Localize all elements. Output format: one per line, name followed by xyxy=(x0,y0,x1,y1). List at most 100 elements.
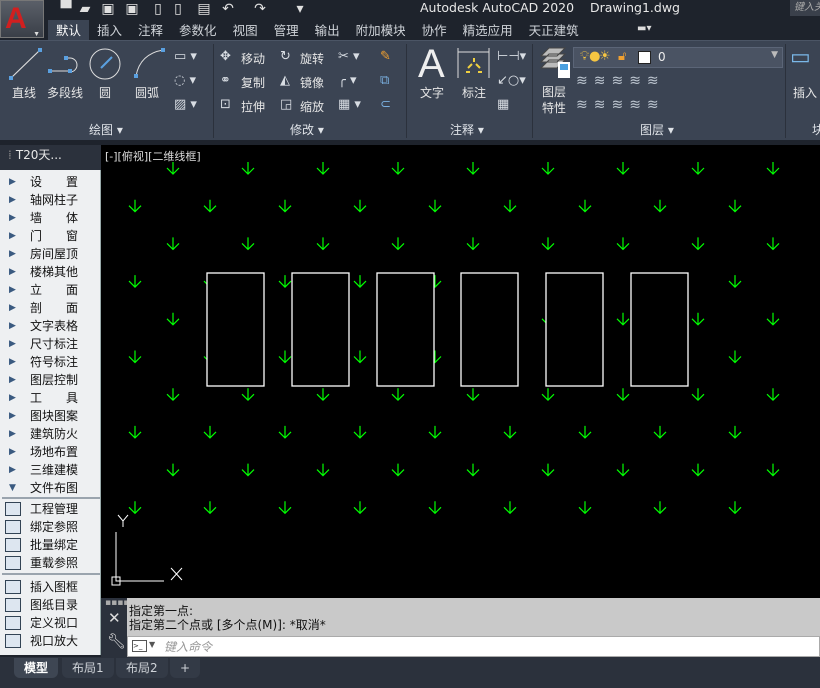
linear-dimension-icon[interactable]: ⊢⊣▾ xyxy=(497,49,526,65)
tab-9[interactable]: 精选应用 xyxy=(455,20,521,40)
dimension-tool[interactable]: 标注 xyxy=(462,84,486,101)
command-input-box[interactable]: >_ ▼ xyxy=(127,636,820,657)
tab-2[interactable]: 注释 xyxy=(130,20,171,40)
customize-icon[interactable]: ▾ xyxy=(292,1,308,17)
palette-menu-item[interactable]: ▶ 图块图案 xyxy=(0,407,100,425)
hatch-icon[interactable]: ▨ ▾ xyxy=(174,97,197,113)
tab-0[interactable]: 默认 xyxy=(48,20,90,40)
layout-tab-1[interactable]: 布局1 xyxy=(62,658,114,678)
layers-panel-label[interactable]: 图层 ▾ xyxy=(640,121,674,138)
palette-menu-item[interactable]: ▶ 工 具 xyxy=(0,389,100,407)
palette-command[interactable]: 插入图框 xyxy=(0,578,100,596)
tab-7[interactable]: 附加模块 xyxy=(348,20,414,40)
layer-properties-button[interactable]: 图层 特性 xyxy=(542,84,566,116)
palette-command[interactable]: 定义视口 xyxy=(0,614,100,632)
palette-menu-item[interactable]: ▶ 三维建模 xyxy=(0,461,100,479)
block-panel-label[interactable]: 块 xyxy=(812,121,820,138)
polyline-tool[interactable]: 多段线 xyxy=(47,84,83,101)
save-icon[interactable]: ▣ xyxy=(100,1,116,17)
palette-menu-item[interactable]: ▶ 场地布置 xyxy=(0,443,100,461)
add-layout-button[interactable]: + xyxy=(170,658,201,678)
save-web-icon[interactable]: ▯ xyxy=(170,1,186,17)
line-tool[interactable]: 直线 xyxy=(12,84,36,101)
palette-command[interactable]: 绑定参照 xyxy=(0,518,100,536)
circle-tool[interactable]: 圆 xyxy=(99,84,111,101)
rectangle-shape[interactable] xyxy=(291,272,350,387)
tab-3[interactable]: 参数化 xyxy=(171,20,225,40)
palette-header[interactable]: ⁞ T20天... xyxy=(0,145,101,170)
ellipse-icon[interactable]: ◌ ▾ xyxy=(174,73,196,89)
tab-10[interactable]: 天正建筑 xyxy=(521,20,587,40)
layer-dropdown[interactable]: 💡︎● ☀ 🔓︎ 0 ▼ xyxy=(573,47,783,68)
text-tool[interactable]: 文字 xyxy=(420,84,444,101)
wrench-icon[interactable]: 🔧︎ xyxy=(107,632,126,650)
tab-6[interactable]: 输出 xyxy=(307,20,348,40)
layout-tab-0[interactable]: 模型 xyxy=(14,658,59,678)
command-input[interactable] xyxy=(164,638,764,655)
close-icon[interactable]: ✕ xyxy=(108,609,121,627)
annotation-panel-label[interactable]: 注释 ▾ xyxy=(450,121,484,138)
array-icon[interactable]: ▦ ▾ xyxy=(338,97,361,113)
drawing-canvas[interactable] xyxy=(101,145,820,598)
rectangle-shape[interactable] xyxy=(376,272,435,387)
palette-menu-item[interactable]: ▶ 建筑防火 xyxy=(0,425,100,443)
palette-menu-item[interactable]: ▶ 立 面 xyxy=(0,281,100,299)
redo-icon[interactable]: ↷ xyxy=(252,1,268,17)
leader-icon[interactable]: ↙○▾ xyxy=(497,73,526,89)
command-prompt-icon[interactable]: >_ xyxy=(132,640,147,652)
rotate-tool[interactable]: 旋转 xyxy=(300,50,324,67)
application-menu-button[interactable]: A ▼ xyxy=(0,0,44,38)
palette-command[interactable]: 视口放大 xyxy=(0,632,100,650)
mirror-tool[interactable]: 镜像 xyxy=(300,74,324,91)
palette-menu-item[interactable]: ▶ 墙 体 xyxy=(0,209,100,227)
erase-icon[interactable]: ✎ xyxy=(380,49,391,65)
rectangle-shape[interactable] xyxy=(630,272,689,387)
trim-icon[interactable]: ✂ ▾ xyxy=(338,49,360,65)
undo-icon[interactable]: ↶ xyxy=(220,1,236,17)
stretch-tool[interactable]: 拉伸 xyxy=(241,98,265,115)
new-icon[interactable]: ▀ xyxy=(58,1,74,17)
palette-menu-item[interactable]: ▶ 房间屋顶 xyxy=(0,245,100,263)
palette-menu-item[interactable]: ▶ 门 窗 xyxy=(0,227,100,245)
rectangle-shape[interactable] xyxy=(545,272,604,387)
layer-tools-row1[interactable]: ≋≋≋≋≋ xyxy=(576,73,665,89)
arc-tool[interactable]: 圆弧 xyxy=(135,84,159,101)
tab-5[interactable]: 管理 xyxy=(266,20,307,40)
offset-icon[interactable]: ⊂ xyxy=(380,97,391,113)
open-web-icon[interactable]: ▯ xyxy=(150,1,166,17)
palette-menu-item[interactable]: ▶ 楼梯其他 xyxy=(0,263,100,281)
explode-icon[interactable]: ⧉ xyxy=(380,73,389,89)
tab-8[interactable]: 协作 xyxy=(414,20,455,40)
layer-tools-row2[interactable]: ≋≋≋≋≋ xyxy=(576,97,665,113)
open-icon[interactable]: ▰ xyxy=(77,1,93,17)
palette-command[interactable]: 工程管理 xyxy=(0,500,100,518)
minimize-ribbon-button[interactable]: ▬▾ xyxy=(637,23,651,34)
draw-panel-label[interactable]: 绘图 ▾ xyxy=(89,121,123,138)
search-input[interactable]: 键入关键字或短语 xyxy=(790,0,820,16)
chevron-down-icon[interactable]: ▼ xyxy=(149,640,155,649)
insert-block-button[interactable]: 插入 xyxy=(793,84,817,101)
palette-menu-item[interactable]: ▶ 轴网柱子 xyxy=(0,191,100,209)
plot-icon[interactable]: ▤ xyxy=(196,1,212,17)
rectangle-icon[interactable]: ▭ ▾ xyxy=(174,49,197,65)
palette-command[interactable]: 图纸目录 xyxy=(0,596,100,614)
table-icon[interactable]: ▦ xyxy=(497,97,509,113)
palette-menu-item[interactable]: ▼ 文件布图 xyxy=(0,479,100,497)
palette-command[interactable]: 批量绑定 xyxy=(0,536,100,554)
tab-1[interactable]: 插入 xyxy=(89,20,130,40)
rectangle-shape[interactable] xyxy=(460,272,519,387)
layout-tab-2[interactable]: 布局2 xyxy=(116,658,168,678)
palette-menu-item[interactable]: ▶ 符号标注 xyxy=(0,353,100,371)
palette-menu-item[interactable]: ▶ 图层控制 xyxy=(0,371,100,389)
grip-icon[interactable]: ▪▪▪▪ xyxy=(105,598,129,608)
fillet-icon[interactable]: ╭ ▾ xyxy=(338,73,356,89)
palette-menu-item[interactable]: ▶ 尺寸标注 xyxy=(0,335,100,353)
palette-command[interactable]: 重载参照 xyxy=(0,554,100,572)
copy-tool[interactable]: 复制 xyxy=(241,74,265,91)
save-as-icon[interactable]: ▣ xyxy=(124,1,140,17)
palette-menu-item[interactable]: ▶ 文字表格 xyxy=(0,317,100,335)
palette-menu-item[interactable]: ▶ 剖 面 xyxy=(0,299,100,317)
rectangle-shape[interactable] xyxy=(206,272,265,387)
palette-menu-item[interactable]: ▶ 设 置 xyxy=(0,173,100,191)
scale-tool[interactable]: 缩放 xyxy=(300,98,324,115)
